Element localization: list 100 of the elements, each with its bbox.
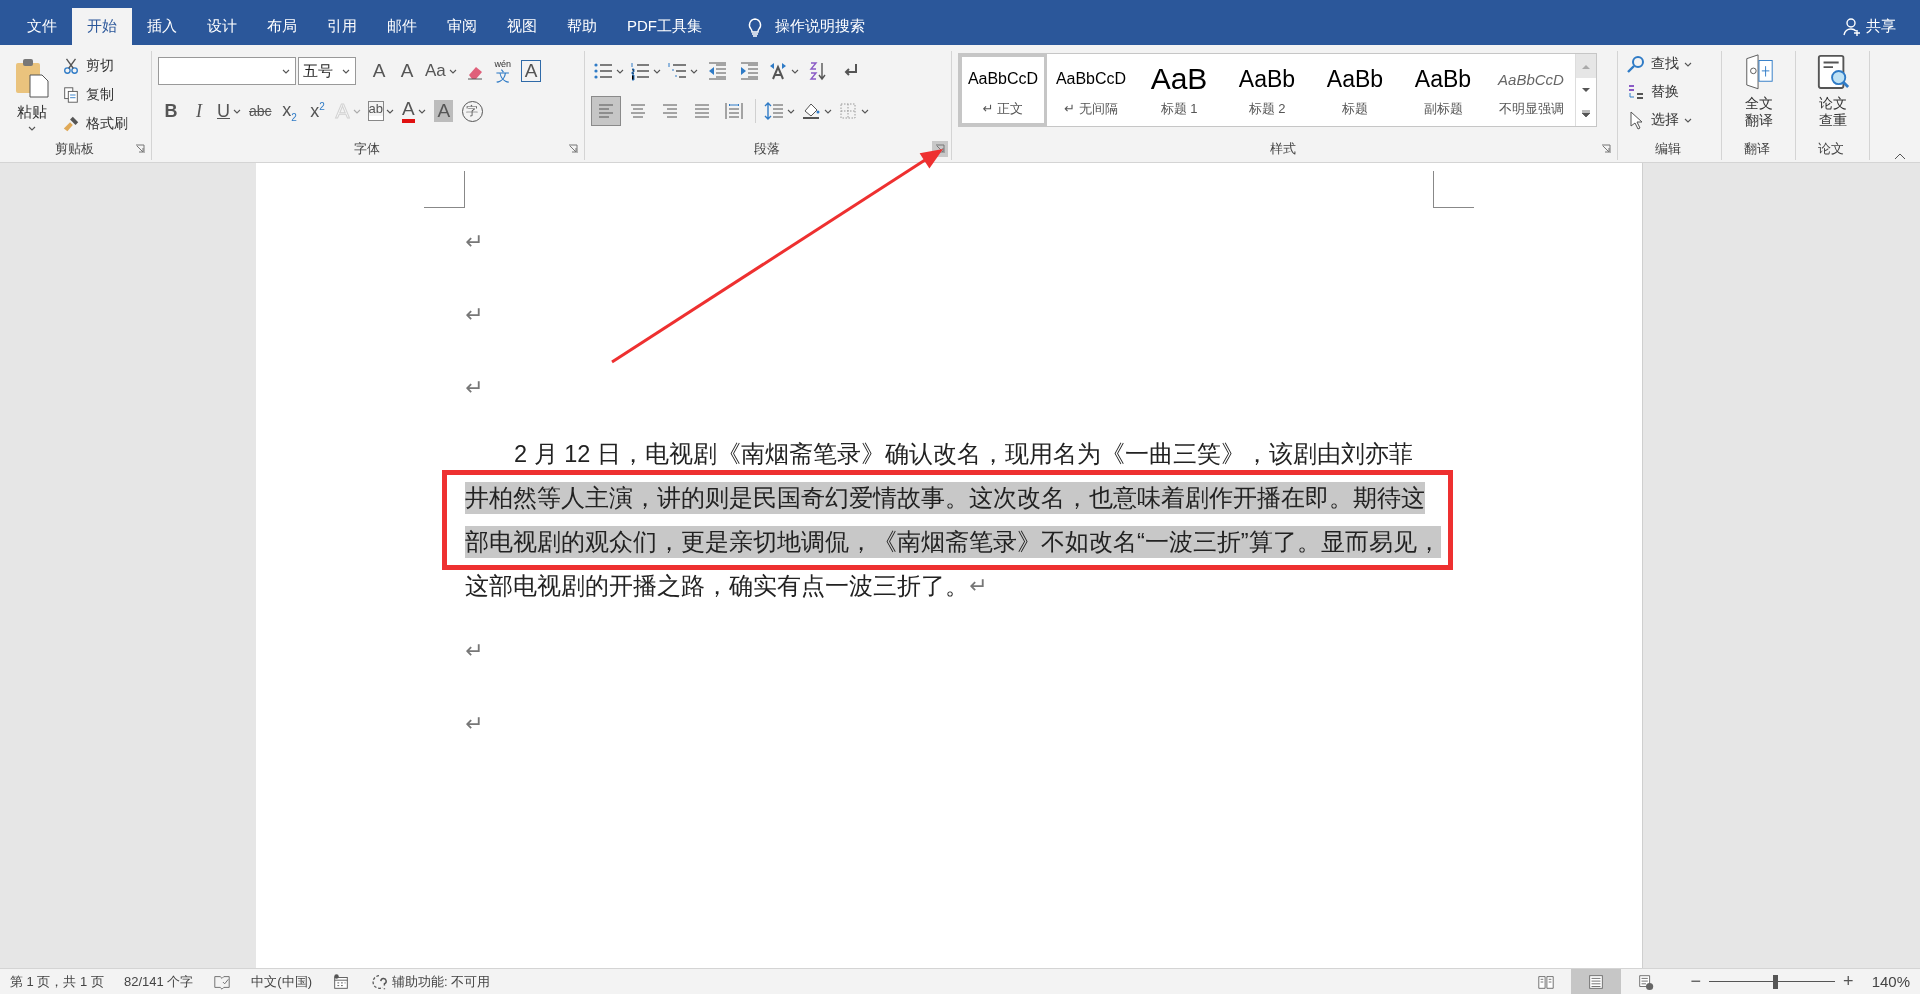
- style-item[interactable]: AaBbCcD ↵ 正文: [959, 54, 1047, 126]
- tell-me-search[interactable]: 操作说明搜索: [739, 8, 871, 45]
- dialog-launcher-icon: [1601, 144, 1611, 154]
- color-button[interactable]: A: [399, 97, 429, 125]
- cut-button[interactable]: 剪切: [58, 53, 132, 79]
- copy-button[interactable]: 复制: [58, 82, 132, 108]
- caret-icon: [386, 108, 395, 114]
- paragraph-mark: ↵: [465, 712, 484, 735]
- ribbon-tab[interactable]: 开始: [72, 8, 132, 45]
- style-item[interactable]: AaBbCcD 不明显强调: [1487, 54, 1575, 126]
- zoom-level[interactable]: 140%: [1871, 973, 1910, 990]
- dialog-launcher-icon: [135, 144, 145, 154]
- caret-icon: [1684, 61, 1692, 67]
- caret-icon: [861, 108, 869, 114]
- font-name-field[interactable]: [158, 57, 296, 85]
- dialog-launcher-icon: [568, 144, 578, 154]
- borders-icon: [838, 101, 858, 121]
- paragraph-mark: ↵: [465, 639, 484, 662]
- group-label: 翻译: [1744, 140, 1770, 158]
- ribbon-tab[interactable]: 邮件: [372, 8, 432, 45]
- style-item[interactable]: AaBb 副标题: [1399, 54, 1487, 126]
- style-item[interactable]: AaBb 标题 2: [1223, 54, 1311, 126]
- paste-button[interactable]: 粘贴: [6, 51, 58, 138]
- underline-button[interactable]: U: [214, 97, 244, 125]
- highlight-button[interactable]: ab: [365, 97, 398, 125]
- text-line: 这部电视剧的开播之路，确实有点一波三折了。: [465, 572, 969, 601]
- caret-icon: [791, 68, 799, 74]
- bold-button[interactable]: B: [158, 97, 184, 125]
- down-arrow-icon: [1582, 87, 1590, 93]
- zoom-in-button[interactable]: +: [1843, 971, 1854, 992]
- sub-button[interactable]: x$_{2}$: [276, 97, 303, 125]
- accessibility-status[interactable]: 辅助功能: 不可用: [391, 972, 491, 991]
- share-button[interactable]: 共享: [1832, 8, 1920, 45]
- style-item[interactable]: AaBbCcD ↵ 无间隔: [1047, 54, 1135, 126]
- justify-icon: [692, 101, 712, 121]
- italic-button[interactable]: I: [186, 97, 212, 125]
- case-button[interactable]: Aa: [422, 57, 460, 85]
- clipboard-icon: [14, 57, 50, 99]
- caret-icon: [1684, 117, 1692, 123]
- crop-mark: [1433, 171, 1474, 208]
- replace-icon: [1626, 82, 1646, 102]
- caret-icon: [352, 108, 361, 114]
- strike-button[interactable]: abc: [246, 97, 275, 125]
- ribbon-tab[interactable]: 帮助: [552, 8, 612, 45]
- collapse-ribbon-button[interactable]: [1894, 153, 1906, 160]
- caret-icon: [342, 68, 350, 74]
- ribbon-tab[interactable]: 文件: [12, 8, 72, 45]
- ribbon-tab[interactable]: PDF工具集: [612, 8, 717, 45]
- bullets-icon: [593, 61, 613, 81]
- style-item[interactable]: AaBb 标题: [1311, 54, 1399, 126]
- ribbon-tab[interactable]: 插入: [132, 8, 192, 45]
- shrink-button[interactable]: A: [394, 57, 420, 85]
- scissors-icon: [62, 57, 80, 75]
- print-view-button[interactable]: [1570, 969, 1621, 994]
- up-arrow-icon: [1582, 63, 1590, 69]
- paragraph-mark: ↵: [969, 575, 988, 597]
- sort-icon: [808, 61, 828, 81]
- replace-button[interactable]: 替换: [1624, 79, 1694, 105]
- page-count[interactable]: 第 1 页，共 1 页: [0, 972, 114, 991]
- person-add-icon: [1842, 16, 1862, 37]
- align-left-button[interactable]: [591, 96, 621, 126]
- group-label: 剪贴板: [54, 140, 94, 158]
- paint-bucket-icon: [801, 101, 821, 121]
- caret-icon: [417, 108, 426, 114]
- select-button[interactable]: 选择: [1624, 107, 1694, 133]
- print-icon: [1586, 972, 1605, 991]
- document-search-icon: [1815, 53, 1850, 91]
- caret-icon: [653, 68, 661, 74]
- phonetic-button[interactable]: wén 文: [489, 57, 516, 85]
- find-button[interactable]: 查找: [1624, 51, 1694, 77]
- indent-icon: [739, 61, 759, 81]
- ribbon-tab[interactable]: 审阅: [432, 8, 492, 45]
- full-text-translate-button[interactable]: 全文 翻译: [1742, 51, 1775, 138]
- ribbon-tab[interactable]: 视图: [492, 8, 552, 45]
- language-indicator[interactable]: 中文(中国): [241, 972, 322, 991]
- format-painter-button[interactable]: 格式刷: [58, 111, 132, 137]
- ribbon-tab[interactable]: 设计: [192, 8, 252, 45]
- zoom-slider-thumb[interactable]: [1772, 974, 1778, 989]
- multilevel-icon: [667, 61, 687, 81]
- asian-layout-icon: [768, 61, 788, 81]
- sup-button[interactable]: x$^{2}$: [304, 97, 331, 125]
- grow-button[interactable]: A: [366, 57, 392, 85]
- copy-icon: [62, 86, 80, 104]
- caret-icon: [448, 68, 457, 74]
- plagiarism-check-button[interactable]: 论文 查重: [1815, 51, 1850, 138]
- paragraph-mark: ↵: [465, 230, 484, 253]
- text-line: 2 月 12 日，电视剧《南烟斋笔录》确认改名，现用名为《一曲三笑》，该剧由刘亦菲: [514, 440, 1413, 469]
- crop-mark: [424, 171, 465, 208]
- chevron-up-icon: [1894, 153, 1906, 160]
- ribbon-tab[interactable]: 引用: [312, 8, 372, 45]
- caret-icon: [787, 108, 795, 114]
- ribbon-tab[interactable]: 布局: [252, 8, 312, 45]
- paragraph-mark: ↵: [465, 303, 484, 326]
- style-item[interactable]: AaB 标题 1: [1135, 54, 1223, 126]
- zoom-out-button[interactable]: −: [1690, 971, 1702, 992]
- caret-icon: [824, 108, 832, 114]
- font-size-field[interactable]: 五号: [298, 57, 356, 85]
- word-count[interactable]: 82/141 个字: [113, 972, 204, 991]
- expand-icon: [1582, 110, 1590, 118]
- group-label: 段落: [753, 140, 780, 158]
